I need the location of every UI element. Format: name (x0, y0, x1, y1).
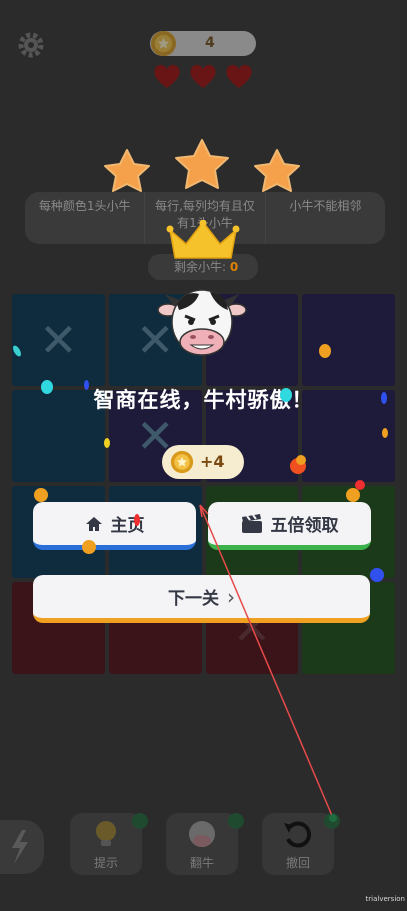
confetti-piece (104, 438, 110, 448)
star-icon (104, 149, 150, 192)
hint-button[interactable]: 提示 (70, 813, 148, 875)
flip-cow-button[interactable]: 翻牛 (166, 813, 244, 875)
x-mark-icon: ✕ (39, 313, 78, 367)
coin-counter: 4 (150, 30, 256, 57)
confetti-piece (84, 380, 89, 390)
confetti-piece (134, 514, 140, 526)
lives-hearts (152, 62, 256, 90)
lightbulb-icon (96, 821, 116, 846)
settings-gear-icon[interactable] (16, 30, 46, 60)
five-times-claim-button[interactable]: 五倍领取 (208, 502, 371, 550)
confetti-piece (319, 344, 331, 358)
home-button[interactable]: 主页 (33, 502, 196, 550)
heart-icon (226, 64, 252, 88)
next-level-button[interactable]: 下一关 › (33, 575, 370, 623)
crown-icon (166, 220, 240, 259)
hint-badge (132, 813, 148, 829)
undo-badge (324, 813, 340, 829)
undo-icon (284, 821, 312, 848)
grid-cell[interactable]: ✕ (12, 294, 105, 386)
five-times-label: 五倍领取 (270, 516, 339, 536)
toolbar: 提示 翻牛 撤回 (0, 810, 407, 880)
star-icon (254, 149, 300, 192)
hint-label: 提示 (93, 856, 118, 870)
success-title: 智商在线，牛村骄傲！ (93, 388, 314, 412)
rating-stars (104, 139, 300, 192)
next-level-label: 下一关 (168, 589, 219, 609)
coin-icon (170, 450, 194, 474)
star-icon (175, 139, 229, 189)
confetti-piece (346, 488, 360, 502)
confetti-piece (382, 428, 388, 438)
confetti-piece (34, 488, 48, 502)
flip-label: 翻牛 (189, 856, 214, 870)
undo-button[interactable]: 撤回 (262, 813, 340, 875)
lightning-icon (0, 820, 44, 874)
confetti-piece (296, 455, 306, 465)
flip-badge (228, 813, 244, 829)
grid-cell[interactable] (302, 294, 395, 386)
confetti-piece (41, 380, 53, 394)
coin-icon (150, 30, 177, 57)
video-clapper-icon (241, 513, 262, 533)
version-tag: trialversion (365, 895, 405, 903)
cow-face-icon (189, 821, 215, 847)
confetti-piece (280, 388, 292, 402)
confetti-piece (381, 392, 387, 404)
remaining-count: 0 (229, 260, 239, 274)
chevron-right-icon: › (227, 584, 235, 609)
heart-icon (190, 64, 216, 88)
home-icon (85, 516, 102, 531)
confetti-piece (82, 540, 96, 554)
heart-icon (154, 64, 180, 88)
undo-label: 撤回 (285, 856, 310, 870)
confetti-piece (370, 568, 384, 582)
reward-amount: +4 (200, 452, 225, 471)
cow-mascot-icon (157, 289, 247, 356)
coin-count: 4 (205, 35, 215, 51)
reward-pill: +4 (162, 445, 244, 479)
remaining-label: 剩余小牛: (174, 260, 227, 274)
